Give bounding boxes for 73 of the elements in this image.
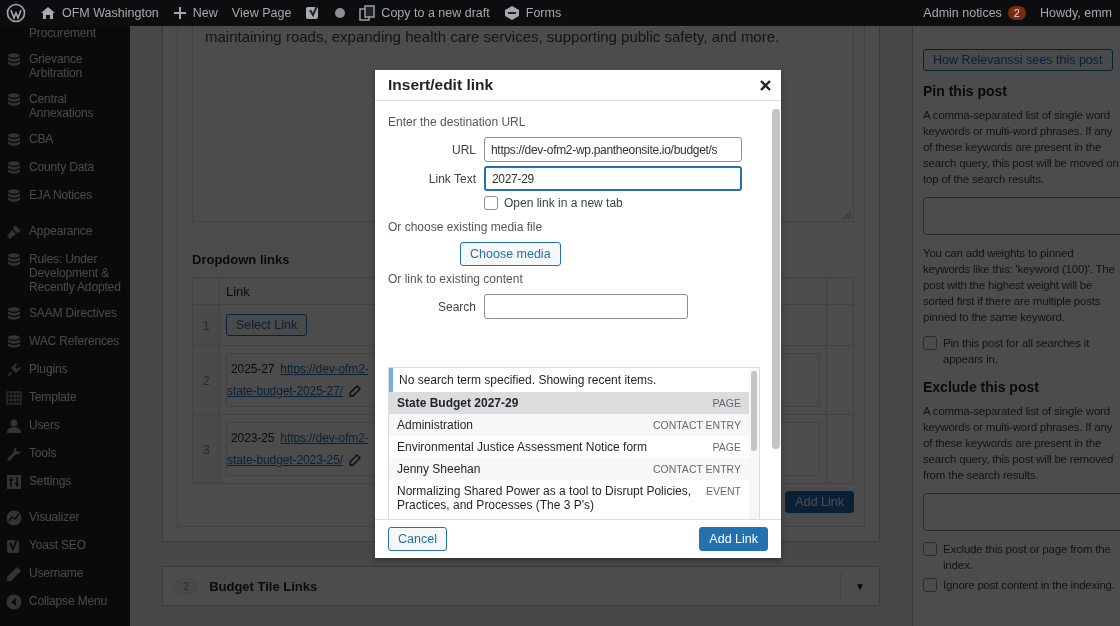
add-link-button[interactable]: Add Link bbox=[699, 527, 768, 551]
wordpress-logo-icon[interactable] bbox=[6, 3, 26, 23]
scrollbar-thumb[interactable] bbox=[772, 109, 780, 449]
menu-item[interactable]: Tools bbox=[29, 446, 57, 460]
menu-item[interactable]: Yoast SEO bbox=[29, 538, 86, 552]
menu-item[interactable]: Collapse Menu bbox=[29, 594, 108, 608]
result-item[interactable]: Jenny Sheehan CONTACT ENTRY bbox=[389, 458, 749, 480]
result-item[interactable]: State Budget 2027-29 PAGE bbox=[389, 392, 749, 414]
field-label: Link Text bbox=[427, 171, 476, 186]
cancel-button[interactable]: Cancel bbox=[388, 527, 447, 551]
choose-media-button[interactable]: Choose media bbox=[460, 242, 561, 266]
scrollbar-thumb[interactable] bbox=[751, 371, 757, 451]
link-text-field[interactable]: 2027-29 bbox=[484, 166, 742, 191]
account-greeting[interactable]: Howdy, emm bbox=[1040, 6, 1112, 20]
menu-item[interactable]: CBA bbox=[29, 132, 54, 146]
copy-draft-link[interactable]: Copy to a new draft bbox=[381, 6, 490, 20]
notice-count-badge: 2 bbox=[1007, 6, 1026, 20]
result-type: CONTACT ENTRY bbox=[652, 462, 741, 476]
result-title: Administration bbox=[397, 418, 474, 432]
close-icon[interactable] bbox=[760, 79, 771, 91]
checkbox-label: Open link in a new tab bbox=[504, 195, 623, 210]
menu-item[interactable]: SAAM Directives bbox=[29, 306, 117, 320]
menu-item[interactable]: Users bbox=[29, 418, 60, 432]
menu-item[interactable]: Username bbox=[29, 566, 84, 580]
link-year: 2025-27 bbox=[231, 362, 275, 376]
result-type: EVENT bbox=[706, 484, 741, 499]
dialog-title: Insert/edit link bbox=[388, 76, 494, 94]
link-url[interactable]: state-budget-2025-27/ bbox=[227, 384, 343, 398]
result-type: PAGE bbox=[712, 396, 741, 410]
editor-text: maintaining roads, expanding health care services, supporting public safety, and more. bbox=[205, 27, 781, 45]
forms-icon[interactable] bbox=[503, 5, 520, 21]
field-label: Search bbox=[436, 299, 476, 314]
plus-icon[interactable] bbox=[172, 6, 187, 20]
menu-item[interactable]: County Data bbox=[29, 160, 95, 174]
checkbox[interactable] bbox=[484, 196, 498, 210]
field-label: Dropdown links bbox=[192, 252, 290, 267]
copy-icon[interactable] bbox=[359, 5, 376, 21]
checkbox-label: Ignore post content in the indexing. bbox=[943, 578, 1115, 593]
result-title: Normalizing Shared Power as a tool to Disrupt Policies, Practices, and Processes (The 3 P's) bbox=[397, 484, 693, 512]
section-label: Or link to existing content bbox=[388, 272, 524, 286]
status-dot-icon bbox=[335, 8, 346, 18]
result-type: PAGE bbox=[712, 440, 741, 454]
section-heading: Pin this post bbox=[923, 83, 1008, 99]
new-link[interactable]: New bbox=[192, 6, 218, 20]
section-heading: Exclude this post bbox=[923, 379, 1040, 395]
menu-item[interactable]: Settings bbox=[29, 474, 72, 488]
result-title: Jenny Sheehan bbox=[397, 462, 481, 476]
menu-item[interactable]: Appearance bbox=[29, 224, 93, 238]
result-type: CONTACT ENTRY bbox=[652, 418, 741, 432]
menu-item[interactable]: Template bbox=[29, 390, 77, 404]
link-year: 2023-25 bbox=[231, 431, 275, 445]
view-page-link[interactable]: View Page bbox=[231, 6, 292, 20]
field-label: URL bbox=[451, 142, 476, 157]
link-url[interactable]: https://dev-ofm2- bbox=[280, 362, 369, 376]
forms-link[interactable]: Forms bbox=[525, 6, 562, 20]
instruction-text: Enter the destination URL bbox=[388, 115, 527, 129]
link-url[interactable]: state-budget-2023-25/ bbox=[227, 453, 343, 467]
url-field[interactable]: https://dev-ofm2-wp.pantheonsite.io/budget/s bbox=[484, 137, 742, 162]
checkbox-label: Pin this post for all searches it appears in. bbox=[943, 336, 1091, 367]
menu-item[interactable]: Procurement bbox=[29, 26, 97, 40]
admin-notices-link[interactable]: Admin notices bbox=[923, 6, 1002, 20]
link-url[interactable]: https://dev-ofm2- bbox=[280, 431, 369, 445]
home-icon[interactable] bbox=[40, 5, 56, 21]
result-item[interactable]: Administration CONTACT ENTRY bbox=[389, 414, 749, 436]
result-title: Environmental Justice Assessment Notice form bbox=[397, 440, 648, 454]
menu-item[interactable]: WAC References bbox=[29, 334, 120, 348]
search-field[interactable] bbox=[484, 294, 688, 319]
menu-item[interactable]: Plugins bbox=[29, 362, 68, 376]
menu-item[interactable]: Visualizer bbox=[29, 510, 80, 524]
section-label: Or choose existing media file bbox=[388, 220, 544, 234]
site-name-link[interactable]: OFM Washington bbox=[62, 6, 159, 20]
result-title: State Budget 2027-29 bbox=[397, 396, 519, 410]
menu-item[interactable]: EJA Notices bbox=[29, 188, 93, 202]
